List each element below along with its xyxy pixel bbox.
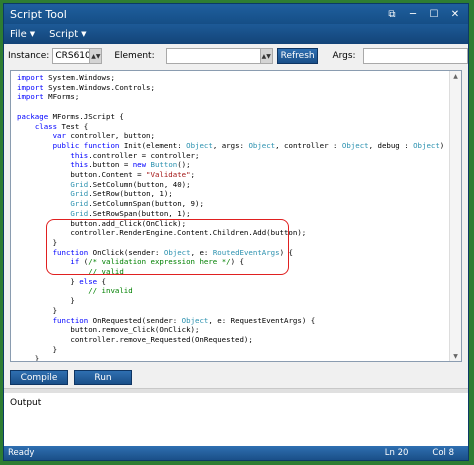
code-line[interactable]: button.Content = "Validate"; bbox=[17, 170, 195, 179]
maximize-icon[interactable]: ☐ bbox=[426, 7, 442, 21]
window-title: Script Tool bbox=[10, 7, 67, 21]
code-line[interactable]: public function Init(element: Object, ar… bbox=[17, 141, 454, 150]
title-bar: Script Tool ⧉ ─ ☐ ✕ bbox=[4, 4, 468, 24]
code-line[interactable]: } else { bbox=[17, 277, 106, 286]
status-line: Ln 20 bbox=[384, 448, 409, 458]
code-line[interactable]: } bbox=[17, 345, 57, 354]
instance-value: CRS610/B bbox=[55, 51, 89, 61]
dropdown-arrow-icon[interactable]: ▲▼ bbox=[259, 49, 272, 63]
restore-icon[interactable]: ⧉ bbox=[384, 7, 400, 21]
code-line[interactable]: Grid.SetColumnSpan(button, 9); bbox=[17, 199, 204, 208]
code-line[interactable]: class Test { bbox=[17, 122, 88, 131]
instance-select[interactable]: CRS610/B ▲▼ bbox=[52, 48, 103, 64]
element-value bbox=[167, 49, 260, 63]
code-line[interactable]: package MForms.JScript { bbox=[17, 112, 124, 121]
code-line[interactable]: // invalid bbox=[17, 286, 133, 295]
vertical-scrollbar[interactable]: ▲ ▼ bbox=[449, 71, 461, 361]
code-line[interactable]: import System.Windows.Controls; bbox=[17, 83, 155, 92]
menu-file[interactable]: File ▼ bbox=[10, 29, 35, 40]
code-line[interactable]: this.controller = controller; bbox=[17, 151, 199, 160]
code-line[interactable]: } bbox=[17, 354, 39, 361]
menu-script[interactable]: Script ▼ bbox=[49, 29, 86, 40]
refresh-button[interactable]: Refresh bbox=[276, 48, 319, 64]
args-label: Args: bbox=[332, 51, 356, 61]
status-column: Col 8 bbox=[432, 448, 454, 458]
code-line[interactable]: this.button = new Button(); bbox=[17, 160, 190, 169]
caret-down-icon: ▼ bbox=[81, 30, 87, 38]
menu-file-label: File bbox=[10, 28, 27, 40]
code-line[interactable]: Grid.SetRowSpan(button, 1); bbox=[17, 209, 190, 218]
code-line[interactable]: } bbox=[17, 306, 57, 315]
run-button[interactable]: Run bbox=[74, 370, 132, 385]
menu-bar: File ▼ Script ▼ bbox=[4, 24, 468, 44]
output-panel: Output bbox=[4, 393, 468, 448]
status-bar: Ready Ln 20 Col 8 bbox=[4, 446, 468, 460]
code-line[interactable]: import System.Windows; bbox=[17, 73, 115, 82]
args-input[interactable] bbox=[362, 48, 468, 64]
scroll-down-icon[interactable]: ▼ bbox=[450, 351, 461, 361]
code-editor[interactable]: import System.Windows; import System.Win… bbox=[10, 70, 462, 362]
action-bar: Compile Run bbox=[10, 370, 138, 385]
close-icon[interactable]: ✕ bbox=[447, 7, 463, 21]
code-line[interactable]: Grid.SetColumn(button, 40); bbox=[17, 180, 190, 189]
code-line[interactable]: var controller, button; bbox=[17, 131, 155, 140]
instance-label: Instance: bbox=[8, 51, 50, 61]
script-tool-window: Script Tool ⧉ ─ ☐ ✕ File ▼ Script ▼ Inst… bbox=[3, 3, 469, 461]
highlight-ring bbox=[46, 219, 289, 275]
element-label: Element: bbox=[114, 51, 155, 61]
menu-script-label: Script bbox=[49, 28, 79, 40]
code-line[interactable]: function OnRequested(sender: Object, e: … bbox=[17, 316, 316, 325]
code-line[interactable]: } bbox=[17, 296, 74, 305]
output-label: Output bbox=[10, 398, 42, 408]
code-line[interactable]: controller.remove_Requested(OnRequested)… bbox=[17, 335, 252, 344]
caret-down-icon: ▼ bbox=[29, 30, 36, 38]
element-select[interactable]: ▲▼ bbox=[165, 48, 273, 64]
code-text[interactable]: import System.Windows; import System.Win… bbox=[17, 73, 454, 361]
scroll-up-icon[interactable]: ▲ bbox=[450, 71, 461, 81]
code-line[interactable]: button.remove_Click(OnClick); bbox=[17, 325, 199, 334]
compile-button[interactable]: Compile bbox=[10, 370, 68, 385]
toolbar: Instance: CRS610/B ▲▼ Element: ▲▼ Refres… bbox=[4, 44, 468, 68]
status-ready: Ready bbox=[8, 448, 35, 458]
code-line[interactable]: Grid.SetRow(button, 1); bbox=[17, 189, 172, 198]
code-line[interactable]: import MForms; bbox=[17, 92, 79, 101]
minimize-icon[interactable]: ─ bbox=[405, 7, 421, 21]
dropdown-arrow-icon[interactable]: ▲▼ bbox=[89, 49, 102, 63]
